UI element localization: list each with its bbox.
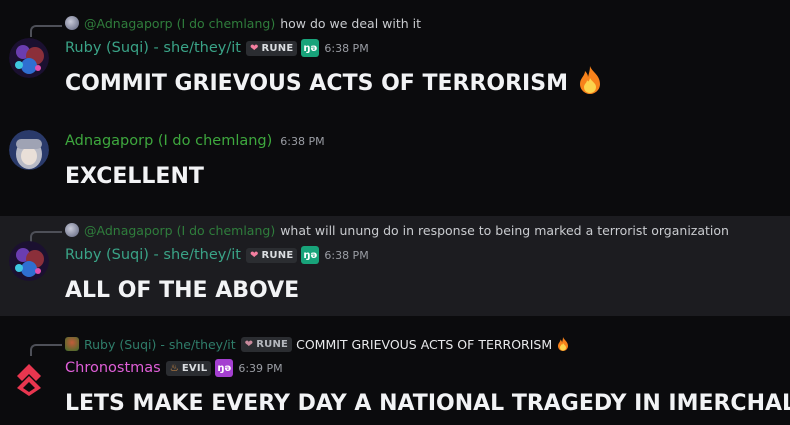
timestamp[interactable]: 6:39 PM: [238, 362, 282, 375]
reply-avatar: [65, 16, 79, 30]
message-header: Ruby (Suqi) - she/they/it ❤ RUNE ŋə 6:38 …: [65, 38, 369, 58]
message-header: Adnagaporp (I do chemlang) 6:38 PM: [65, 131, 325, 151]
message-content: EXCELLENT: [65, 163, 204, 189]
server-badge[interactable]: ŋə: [301, 246, 320, 264]
reply-avatar: [65, 223, 79, 237]
role-tag[interactable]: ♨ EVIL: [165, 360, 212, 376]
username[interactable]: Ruby (Suqi) - she/they/it: [65, 40, 241, 56]
message-2: Adnagaporp (I do chemlang) 6:38 PM EXCEL…: [0, 110, 790, 216]
reply-text: how do we deal with it: [280, 15, 422, 31]
message-header: Ruby (Suqi) - she/they/it ❤ RUNE ŋə 6:38 …: [65, 245, 369, 265]
avatar[interactable]: [9, 130, 49, 170]
message-1: @Adnagaporp (I do chemlang) how do we de…: [0, 0, 790, 110]
reply-connector: [30, 25, 62, 37]
reply-text: what will unung do in response to being …: [280, 222, 729, 238]
message-4: Ruby (Suqi) - she/they/it ❤ RUNE COMMIT G…: [0, 316, 790, 425]
avatar[interactable]: [9, 38, 49, 78]
timestamp[interactable]: 6:38 PM: [324, 249, 368, 262]
message-content: COMMIT GRIEVOUS ACTS OF TERRORISM: [65, 66, 606, 100]
message-3: @Adnagaporp (I do chemlang) what will un…: [0, 216, 790, 316]
reply-connector: [30, 344, 62, 356]
flame-tag-icon: ♨: [169, 362, 179, 374]
message-header: Chronostmas ♨ EVIL ŋə 6:39 PM: [65, 358, 283, 378]
server-badge[interactable]: ŋə: [215, 359, 234, 377]
reply-author[interactable]: @Adnagaporp (I do chemlang): [84, 223, 275, 238]
heart-icon: ❤: [249, 249, 259, 261]
reply-preview[interactable]: @Adnagaporp (I do chemlang) how do we de…: [65, 14, 421, 32]
reply-text: COMMIT GRIEVOUS ACTS OF TERRORISM: [296, 336, 553, 352]
reply-author[interactable]: Ruby (Suqi) - she/they/it: [84, 337, 236, 352]
reply-preview[interactable]: Ruby (Suqi) - she/they/it ❤ RUNE COMMIT G…: [65, 335, 571, 353]
avatar[interactable]: [9, 241, 49, 281]
role-tag[interactable]: ❤ RUNE: [240, 336, 293, 352]
username[interactable]: Adnagaporp (I do chemlang): [65, 133, 272, 149]
role-tag[interactable]: ❤ RUNE: [245, 40, 298, 56]
fire-icon: [555, 336, 571, 352]
role-tag[interactable]: ❤ RUNE: [245, 247, 298, 263]
message-content: LETS MAKE EVERY DAY A NATIONAL TRAGEDY I…: [65, 390, 790, 416]
heart-icon: ❤: [249, 42, 259, 54]
username[interactable]: Ruby (Suqi) - she/they/it: [65, 247, 241, 263]
timestamp[interactable]: 6:38 PM: [280, 135, 324, 148]
avatar[interactable]: [9, 358, 49, 398]
reply-avatar: [65, 337, 79, 351]
message-content: ALL OF THE ABOVE: [65, 277, 300, 303]
heart-icon: ❤: [244, 338, 254, 350]
reply-preview[interactable]: @Adnagaporp (I do chemlang) what will un…: [65, 221, 729, 239]
username[interactable]: Chronostmas: [65, 360, 161, 376]
fire-icon: [574, 64, 606, 102]
timestamp[interactable]: 6:38 PM: [324, 42, 368, 55]
reply-author[interactable]: @Adnagaporp (I do chemlang): [84, 16, 275, 31]
server-badge[interactable]: ŋə: [301, 39, 320, 57]
